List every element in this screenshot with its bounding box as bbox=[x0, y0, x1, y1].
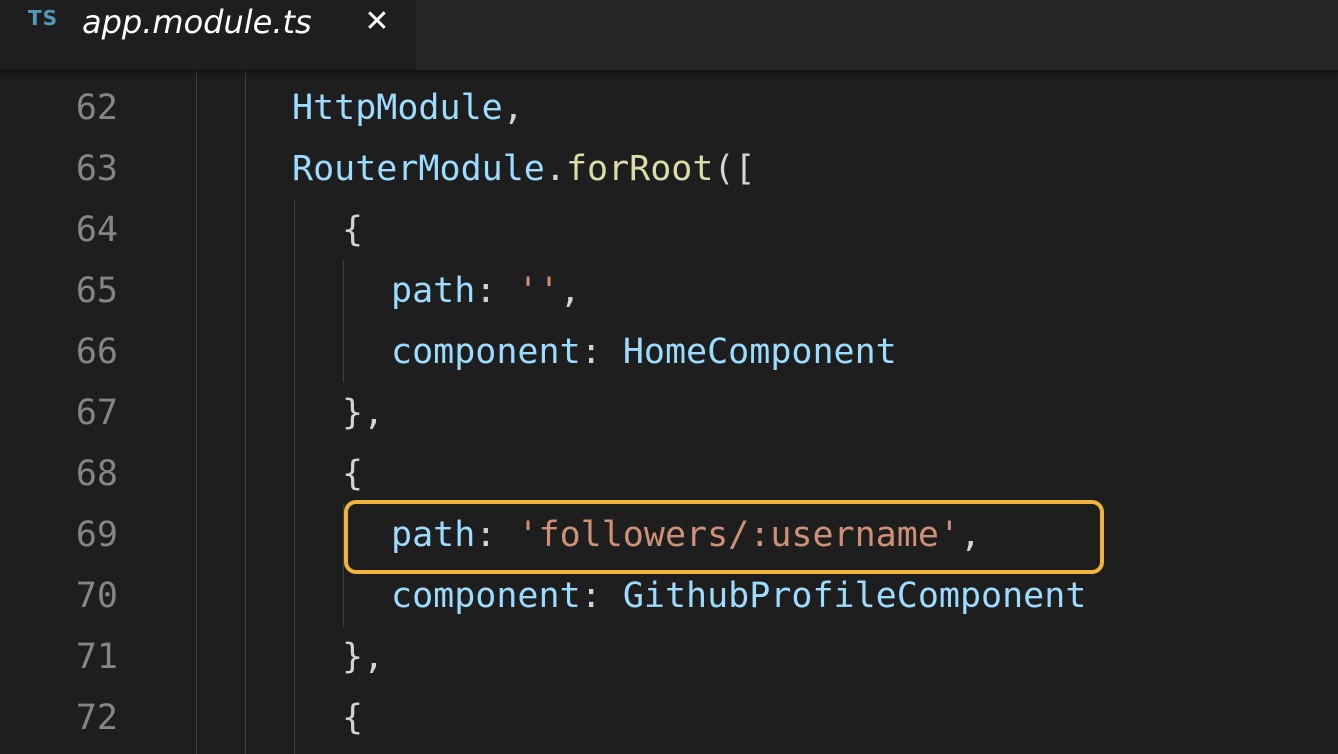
code-token: { bbox=[342, 454, 364, 494]
editor-window: TS app.module.ts ✕ 62 HttpModule, 63 Router… bbox=[0, 0, 1338, 754]
code-token: HttpModule bbox=[292, 88, 503, 128]
code-line[interactable]: 64 { bbox=[0, 200, 1338, 261]
highlight-box bbox=[344, 500, 1104, 574]
code-text: }, bbox=[342, 383, 384, 444]
code-token: , bbox=[502, 88, 524, 128]
tab-title: app.module.ts bbox=[82, 3, 312, 41]
code-line[interactable]: 63 RouterModule.forRoot([ bbox=[0, 139, 1338, 200]
code-token: { bbox=[342, 698, 364, 738]
code-text: RouterModule.forRoot([ bbox=[292, 139, 756, 200]
code-token: path bbox=[391, 271, 476, 311]
code-line[interactable]: 70 component: GithubProfileComponent bbox=[0, 566, 1338, 627]
line-number: 72 bbox=[75, 698, 118, 738]
code-token: }, bbox=[342, 393, 385, 433]
close-icon[interactable]: ✕ bbox=[362, 2, 392, 42]
code-token: : bbox=[580, 576, 623, 616]
code-text: { bbox=[342, 688, 363, 749]
code-token: component bbox=[391, 576, 581, 616]
code-text: component: HomeComponent bbox=[391, 322, 897, 383]
code-text: { bbox=[342, 200, 363, 261]
typescript-icon: TS bbox=[28, 6, 59, 30]
tab-bar: TS app.module.ts ✕ bbox=[0, 0, 1338, 70]
line-number: 68 bbox=[75, 454, 118, 494]
code-token: , bbox=[559, 271, 581, 311]
line-number: 63 bbox=[75, 149, 118, 189]
code-token: RouterModule bbox=[292, 149, 545, 189]
tab-app-module[interactable]: TS app.module.ts ✕ bbox=[0, 0, 416, 70]
code-line[interactable]: 72 { bbox=[0, 688, 1338, 749]
line-number: 66 bbox=[75, 332, 118, 372]
line-number: 69 bbox=[75, 515, 118, 555]
code-text: path: '', bbox=[391, 261, 581, 322]
code-token: component bbox=[391, 332, 581, 372]
code-token: : bbox=[475, 271, 518, 311]
code-editor[interactable]: 62 HttpModule, 63 RouterModule.forRoot([ 64 {… bbox=[0, 70, 1338, 754]
code-token: : bbox=[580, 332, 623, 372]
code-text: { bbox=[342, 444, 363, 505]
code-line[interactable]: 66 component: HomeComponent bbox=[0, 322, 1338, 383]
code-line[interactable]: 62 HttpModule, bbox=[0, 78, 1338, 139]
code-token: }, bbox=[342, 637, 385, 677]
code-token: ([ bbox=[713, 149, 756, 189]
line-number: 62 bbox=[75, 88, 118, 128]
code-line[interactable]: 71}, bbox=[0, 627, 1338, 688]
code-token: forRoot bbox=[565, 149, 714, 189]
code-token: HomeComponent bbox=[622, 332, 897, 372]
code-text: component: GithubProfileComponent bbox=[391, 566, 1086, 627]
line-number: 64 bbox=[75, 210, 118, 250]
code-text: }, bbox=[342, 627, 384, 688]
code-token: { bbox=[342, 210, 364, 250]
code-line[interactable]: 68 { bbox=[0, 444, 1338, 505]
line-number: 70 bbox=[75, 576, 118, 616]
line-number: 65 bbox=[75, 271, 118, 311]
code-text: HttpModule, bbox=[292, 78, 524, 139]
code-line[interactable]: 67}, bbox=[0, 383, 1338, 444]
line-number: 71 bbox=[75, 637, 118, 677]
code-token: . bbox=[544, 149, 566, 189]
code-token: GithubProfileComponent bbox=[622, 576, 1087, 616]
code-line[interactable]: 65 path: '', bbox=[0, 261, 1338, 322]
line-number: 67 bbox=[75, 393, 118, 433]
code-token: '' bbox=[517, 271, 560, 311]
